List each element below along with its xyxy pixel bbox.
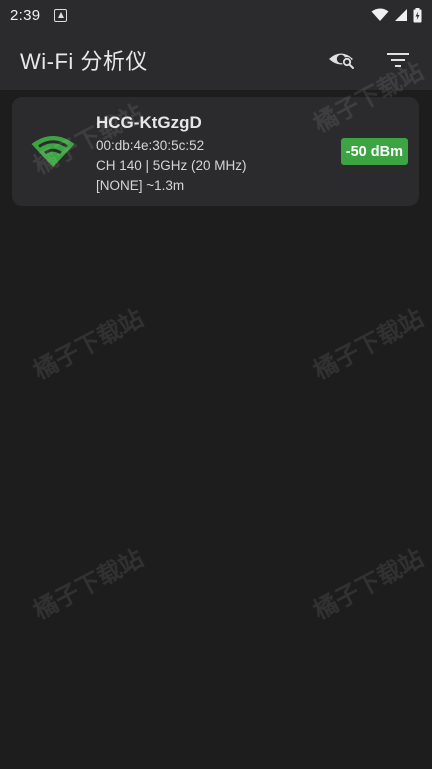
- app-title: Wi-Fi 分析仪: [20, 49, 148, 74]
- screen: 2:39 Wi-Fi 分析仪 HCG-KtGzgD 00:db:4e:30:5c…: [0, 0, 432, 769]
- network-bssid: 00:db:4e:30:5c:52: [96, 138, 205, 153]
- network-ssid: HCG-KtGzgD: [96, 113, 202, 132]
- wifi-icon: [371, 8, 389, 21]
- network-channel: CH 140 | 5GHz (20 MHz): [96, 158, 247, 173]
- filter-button[interactable]: [384, 46, 412, 74]
- watermark: 橘子下载站: [28, 543, 148, 626]
- watermark: 橘子下载站: [28, 303, 148, 386]
- cellular-icon: [395, 9, 407, 21]
- watermark: 橘子下载站: [308, 303, 428, 386]
- status-time: 2:39: [10, 6, 41, 24]
- app-bar: Wi-Fi 分析仪: [0, 30, 432, 90]
- wifi-signal-icon: [31, 136, 75, 167]
- network-security-distance: [NONE] ~1.3m: [96, 178, 185, 193]
- battery-icon: [413, 7, 422, 22]
- visibility-search-icon: [329, 53, 354, 69]
- signal-strength-badge: -50 dBm: [340, 138, 408, 165]
- status-bar: 2:39: [0, 0, 432, 30]
- app-actions: [328, 46, 412, 74]
- watermark: 橘子下载站: [308, 543, 428, 626]
- network-list-item[interactable]: HCG-KtGzgD 00:db:4e:30:5c:52 CH 140 | 5G…: [12, 97, 419, 206]
- notification-icon: [54, 8, 68, 22]
- visibility-search-button[interactable]: [328, 46, 356, 74]
- filter-icon: [387, 53, 409, 67]
- status-icons: [371, 7, 422, 23]
